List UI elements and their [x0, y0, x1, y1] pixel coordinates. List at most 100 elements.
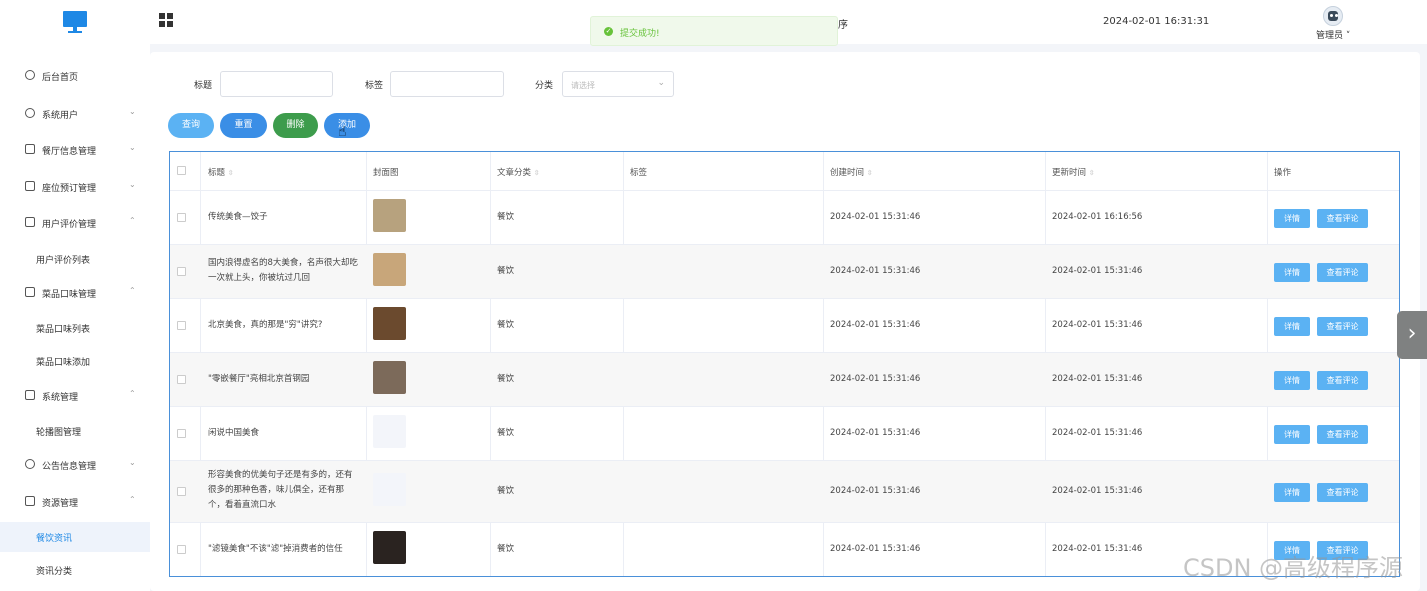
select-all-checkbox[interactable] — [177, 166, 186, 175]
sidebar-item-label: 菜品口味添加 — [36, 358, 91, 368]
cover-thumbnail — [373, 415, 406, 448]
table-row: 国内浪得虚名的8大美食，名声很大却吃一次就上头，你被坑过几回 餐饮 2024-0… — [170, 245, 1399, 299]
sidebar-item-flavor-add[interactable]: 菜品口味添加 — [0, 346, 150, 376]
detail-button[interactable]: 详情 — [1274, 371, 1310, 390]
header-title: 序 — [838, 20, 848, 31]
query-button[interactable]: 查询 — [168, 113, 214, 138]
folder-icon — [25, 390, 35, 400]
list-icon — [25, 217, 35, 227]
sidebar-item-home[interactable]: 后台首页 — [0, 61, 150, 91]
view-comments-button[interactable]: 查看评论 — [1317, 317, 1368, 336]
title-filter-input[interactable] — [220, 71, 333, 97]
view-comments-button[interactable]: 查看评论 — [1317, 425, 1368, 444]
sidebar-item-announcements[interactable]: 公告信息管理 ⌄ — [0, 450, 150, 480]
sidebar-item-dish-flavor[interactable]: 菜品口味管理 ⌃ — [0, 278, 150, 308]
chevron-up-icon: ⌃ — [129, 216, 136, 225]
user-menu[interactable]: 管理员 ˅ — [1316, 28, 1350, 41]
sidebar-item-flavor-list[interactable]: 菜品口味列表 — [0, 313, 150, 343]
row-created: 2024-02-01 15:31:46 — [830, 266, 921, 276]
header-tags: 标签 — [630, 168, 648, 178]
sidebar-item-label: 系统用户 — [42, 111, 79, 121]
header-created[interactable]: 创建时间 ⇳ — [830, 166, 873, 178]
header-cover: 封面图 — [373, 168, 399, 178]
detail-button[interactable]: 详情 — [1274, 317, 1310, 336]
avatar[interactable] — [1323, 6, 1343, 26]
sidebar-item-user-reviews[interactable]: 用户评价管理 ⌃ — [0, 208, 150, 238]
row-checkbox[interactable] — [177, 375, 186, 384]
detail-button[interactable]: 详情 — [1274, 263, 1310, 282]
header-actions: 操作 — [1274, 168, 1292, 178]
sidebar-item-review-list[interactable]: 用户评价列表 — [0, 244, 150, 274]
chevron-right-icon[interactable]: › — [1397, 311, 1427, 359]
chevron-down-icon: ⌄ — [129, 143, 136, 152]
row-title: 国内浪得虚名的8大美食，名声很大却吃一次就上头，你被坑过几回 — [208, 258, 358, 283]
reset-button[interactable]: 重置 — [220, 113, 267, 138]
list-icon — [25, 287, 35, 297]
row-checkbox[interactable] — [177, 321, 186, 330]
clock-icon — [25, 70, 35, 80]
grid-menu-icon[interactable] — [159, 13, 173, 27]
row-category: 餐饮 — [497, 212, 515, 222]
category-select[interactable]: 请选择 ⌄ — [562, 71, 674, 97]
sidebar-item-label: 菜品口味管理 — [42, 290, 97, 300]
view-comments-button[interactable]: 查看评论 — [1317, 371, 1368, 390]
chevron-down-icon: ⌄ — [129, 180, 136, 189]
sort-icon: ⇳ — [227, 169, 234, 177]
tag-filter-input[interactable] — [390, 71, 504, 97]
sidebar-item-label: 座位预订管理 — [42, 184, 97, 194]
sidebar-item-carousel[interactable]: 轮播图管理 — [0, 416, 150, 446]
row-checkbox[interactable] — [177, 429, 186, 438]
detail-button[interactable]: 详情 — [1274, 209, 1310, 228]
chevron-up-icon: ⌃ — [129, 495, 136, 504]
delete-button[interactable]: 删除 — [273, 113, 318, 138]
tag-filter-label: 标签 — [365, 81, 384, 91]
row-updated: 2024-02-01 15:31:46 — [1052, 320, 1143, 330]
view-comments-button[interactable]: 查看评论 — [1317, 263, 1368, 282]
row-created: 2024-02-01 15:31:46 — [830, 374, 921, 384]
monitor-logo-icon[interactable] — [63, 11, 87, 33]
header-updated[interactable]: 更新时间 ⇳ — [1052, 166, 1095, 178]
sidebar-item-label: 餐饮资讯 — [36, 534, 73, 544]
row-checkbox[interactable] — [177, 213, 186, 222]
sun-icon — [25, 459, 35, 469]
row-updated: 2024-02-01 15:31:46 — [1052, 544, 1143, 554]
sidebar-item-label: 资讯分类 — [36, 567, 73, 577]
sidebar-item-label: 资源管理 — [42, 499, 79, 509]
cover-thumbnail — [373, 361, 406, 394]
header-category[interactable]: 文章分类 ⇳ — [497, 166, 540, 178]
check-circle-icon: ✓ — [604, 27, 613, 36]
sidebar-item-system-users[interactable]: 系统用户 ⌄ — [0, 99, 150, 129]
sort-icon: ⇳ — [1088, 169, 1095, 177]
row-checkbox[interactable] — [177, 487, 186, 496]
success-toast: ✓ 提交成功! — [590, 16, 838, 46]
add-button[interactable]: 添加 — [324, 113, 370, 138]
table-header: 标题 ⇳ 封面图 文章分类 ⇳ 标签 创建时间 ⇳ 更新时间 ⇳ 操作 — [170, 152, 1399, 191]
row-created: 2024-02-01 15:31:46 — [830, 212, 921, 222]
header-title[interactable]: 标题 ⇳ — [208, 166, 234, 178]
sidebar-item-resources[interactable]: 资源管理 ⌃ — [0, 487, 150, 517]
user-icon — [25, 108, 35, 118]
sidebar-item-news-category[interactable]: 资讯分类 — [0, 555, 150, 585]
row-checkbox[interactable] — [177, 267, 186, 276]
row-updated: 2024-02-01 15:31:46 — [1052, 428, 1143, 438]
sidebar-item-seat-booking[interactable]: 座位预订管理 ⌄ — [0, 172, 150, 202]
sidebar-item-food-news[interactable]: 餐饮资讯 — [0, 522, 150, 552]
row-title: 传统美食—饺子 — [208, 212, 268, 222]
row-checkbox[interactable] — [177, 545, 186, 554]
list-icon — [25, 144, 35, 154]
row-updated: 2024-02-01 15:31:46 — [1052, 374, 1143, 384]
row-category: 餐饮 — [497, 374, 515, 384]
row-created: 2024-02-01 15:31:46 — [830, 486, 921, 496]
view-comments-button[interactable]: 查看评论 — [1317, 209, 1368, 228]
row-title: "零嵌餐厅"亮相北京首钢园 — [208, 374, 310, 384]
table-row: 闲说中国美食 餐饮 2024-02-01 15:31:46 2024-02-01… — [170, 407, 1399, 461]
chevron-down-icon: ⌄ — [129, 107, 136, 116]
row-category: 餐饮 — [497, 320, 515, 330]
row-title: "滤镜美食"不该"滤"掉消费者的信任 — [208, 544, 343, 554]
view-comments-button[interactable]: 查看评论 — [1317, 483, 1368, 502]
chevron-down-icon: ⌄ — [129, 458, 136, 467]
sidebar-item-system-management[interactable]: 系统管理 ⌃ — [0, 381, 150, 411]
detail-button[interactable]: 详情 — [1274, 425, 1310, 444]
detail-button[interactable]: 详情 — [1274, 483, 1310, 502]
sidebar-item-restaurant[interactable]: 餐厅信息管理 ⌄ — [0, 135, 150, 165]
